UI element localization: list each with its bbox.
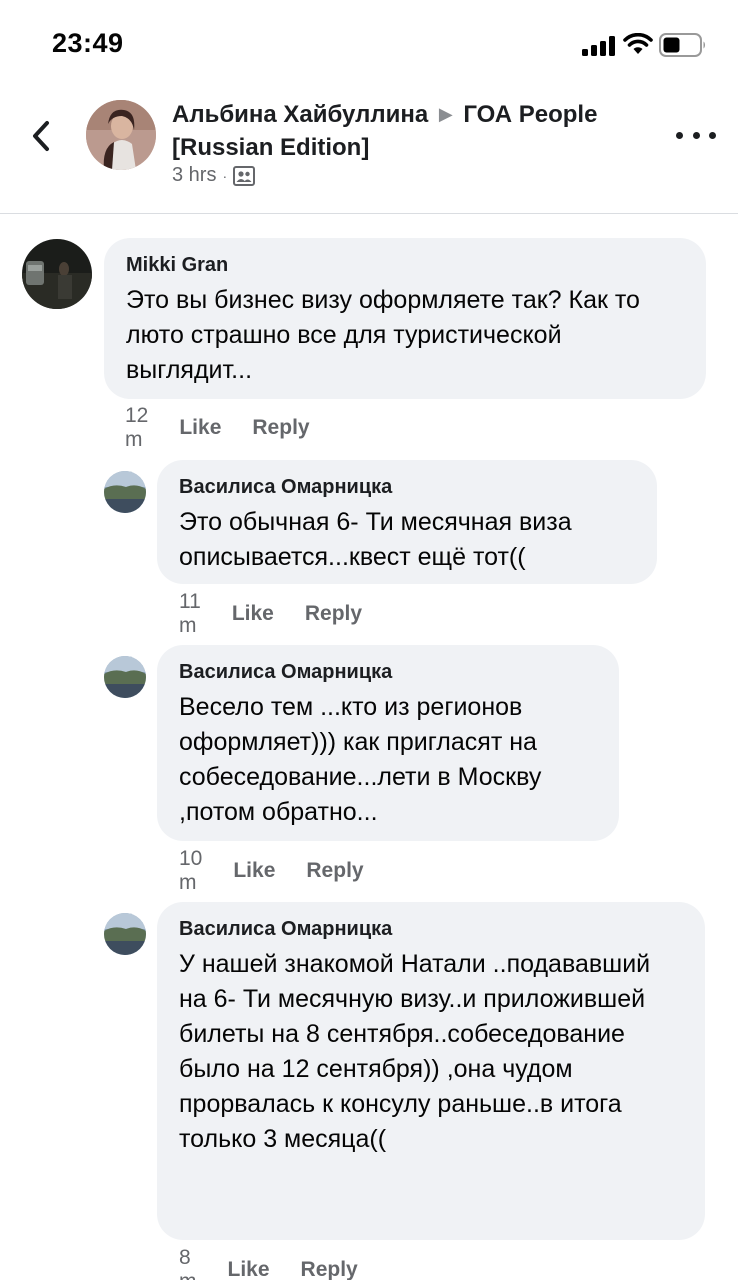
comment-time[interactable]: 10 m [179,847,202,895]
comment-author[interactable]: Mikki Gran [126,253,684,277]
commenter-photo [104,656,146,698]
comment-bubble[interactable]: Mikki Gran Это вы бизнес визу оформляете… [104,238,706,399]
post-author-name[interactable]: Альбина Хайбуллина [172,101,428,128]
comment-bubble[interactable]: Василиса Омарницка У нашей знакомой Ната… [157,902,705,1240]
comment-text: Это обычная 6- Ти месячная виза описывае… [179,508,572,571]
group-audience-icon [233,165,256,186]
reply-button[interactable]: Reply [305,602,362,626]
comment-author[interactable]: Василиса Омарницка [179,660,597,684]
comment-bubble[interactable]: Василиса Омарницка Это обычная 6- Ти мес… [157,460,657,584]
commenter-avatar[interactable] [104,471,146,513]
commenter-photo [104,913,146,955]
author-avatar[interactable] [86,100,156,170]
dot-icon [692,131,700,139]
reply-button[interactable]: Reply [252,416,309,440]
wifi-icon [623,33,653,54]
reply-button[interactable]: Reply [306,859,363,883]
commenter-photo [104,471,146,513]
like-button[interactable]: Like [232,602,274,626]
comment-text: Весело тем ...кто из регионов оформляет)… [179,693,542,826]
post-time: 3 hrs [172,164,217,186]
comment-author[interactable]: Василиса Омарницка [179,475,635,499]
comment-actions: 12 m Like Reply [125,404,310,452]
dot-icon [676,131,683,139]
meta-separator: · [222,167,228,184]
reply-button[interactable]: Reply [301,1258,358,1280]
commenter-avatar[interactable] [104,656,146,698]
like-button[interactable]: Like [228,1258,270,1280]
author-photo [86,100,156,170]
comment-text: Это вы бизнес визу оформляете так? Как т… [126,286,640,384]
back-button[interactable] [24,116,58,156]
status-bar: 23:49 [0,0,738,88]
triangle-right-icon: ▶ [438,104,453,124]
chevron-left-icon [33,121,49,151]
comment-actions: 10 m Like Reply [179,847,364,895]
cellular-signal-icon [582,36,615,56]
comment-time[interactable]: 12 m [125,404,148,452]
commenter-photo [22,239,92,309]
like-button[interactable]: Like [233,859,275,883]
post-header: Альбина Хайбуллина ▶ ГОА People [Russian… [0,88,738,214]
comment-actions: 11 m Like Reply [179,590,362,638]
commenter-avatar[interactable] [22,239,92,309]
status-time: 23:49 [52,28,124,58]
comment-text: У нашей знакомой Натали ..подававший на … [179,950,651,1153]
more-options-button[interactable] [676,124,716,146]
commenter-avatar[interactable] [104,913,146,955]
battery-icon [659,33,706,57]
dot-icon [709,131,716,139]
like-button[interactable]: Like [179,416,221,440]
comment-author[interactable]: Василиса Омарницка [179,917,683,941]
comment-actions: 8 m Like Reply [179,1246,358,1280]
comment-time[interactable]: 8 m [179,1246,197,1280]
post-title[interactable]: Альбина Хайбуллина ▶ ГОА People [Russian… [172,99,642,163]
comment-bubble[interactable]: Василиса Омарницка Весело тем ...кто из … [157,645,619,841]
post-meta: 3 hrs · [172,164,256,187]
comment-time[interactable]: 11 m [179,590,201,638]
